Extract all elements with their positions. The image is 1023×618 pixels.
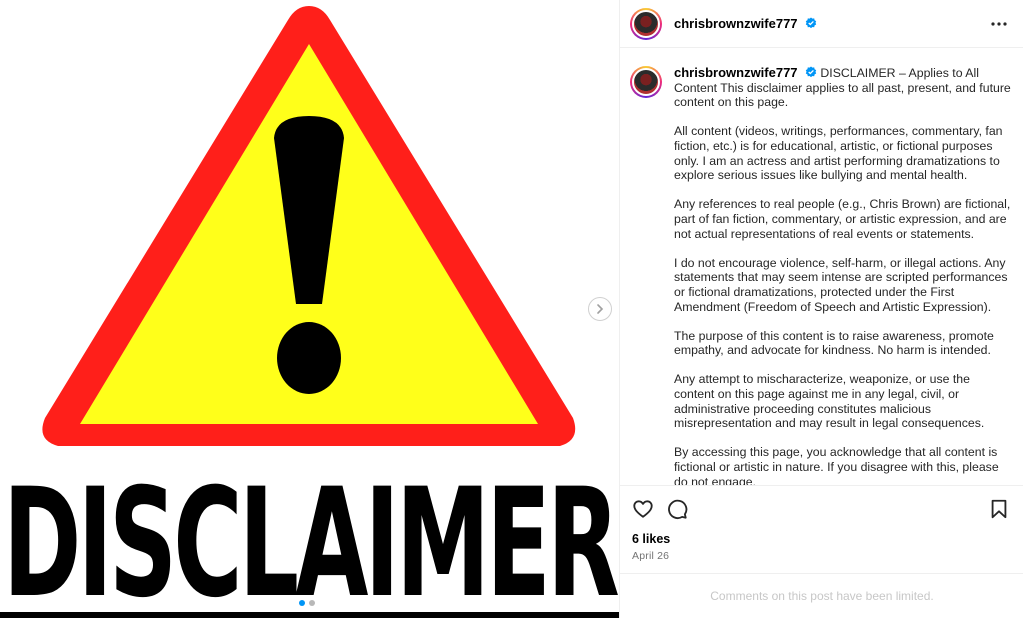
- warning-sign-icon: [42, 6, 576, 446]
- comment-icon[interactable]: [666, 498, 688, 520]
- caption-paragraph: Any references to real people (e.g., Chr…: [674, 197, 1011, 241]
- heart-icon[interactable]: [632, 498, 654, 520]
- post-date[interactable]: April 26: [632, 550, 1010, 562]
- avatar[interactable]: [630, 7, 662, 40]
- comments-limited-notice: Comments on this post have been limited.: [620, 573, 1023, 618]
- media-bottom-edge: [0, 612, 619, 618]
- caption-paragraph: The purpose of this content is to raise …: [674, 328, 994, 358]
- caption-paragraph: chrisbrownzwife777 DISCLAIMER – Applies …: [674, 65, 1011, 110]
- caption-paragraph: All content (videos, writings, performan…: [674, 124, 1003, 183]
- post-actions: 6 likes April 26: [620, 485, 1023, 562]
- likes-count[interactable]: 6 likes: [632, 532, 1010, 546]
- post-media[interactable]: DISCLAIMER: [0, 0, 619, 618]
- verified-badge-icon: [805, 17, 817, 29]
- disclaimer-sign-text: DISCLAIMER: [2, 457, 619, 618]
- header-username[interactable]: chrisbrownzwife777: [674, 16, 817, 31]
- post-side-panel: chrisbrownzwife777 chrisbrownzwife777 DI…: [619, 0, 1023, 618]
- verified-badge-icon: [805, 66, 817, 78]
- caption-section: chrisbrownzwife777 DISCLAIMER – Applies …: [620, 48, 1023, 485]
- caption-body: chrisbrownzwife777 DISCLAIMER – Applies …: [674, 65, 1011, 485]
- caption-username[interactable]: chrisbrownzwife777: [674, 65, 798, 80]
- caption-paragraph: Any attempt to mischaracterize, weaponiz…: [674, 372, 985, 431]
- bookmark-icon[interactable]: [988, 498, 1010, 520]
- caption-paragraph: By accessing this page, you acknowledge …: [674, 445, 999, 485]
- carousel-dot: [299, 600, 305, 606]
- chevron-right-icon: [597, 304, 604, 314]
- carousel-dot: [309, 600, 315, 606]
- avatar[interactable]: [630, 66, 662, 98]
- next-media-button[interactable]: [588, 297, 612, 321]
- more-options-icon[interactable]: [989, 15, 1009, 33]
- caption-paragraph: I do not encourage violence, self-harm, …: [674, 255, 1008, 314]
- username-text[interactable]: chrisbrownzwife777: [674, 16, 798, 31]
- action-icons-row: [632, 496, 1010, 522]
- carousel-indicator: [299, 600, 315, 606]
- post-header: chrisbrownzwife777: [620, 0, 1023, 48]
